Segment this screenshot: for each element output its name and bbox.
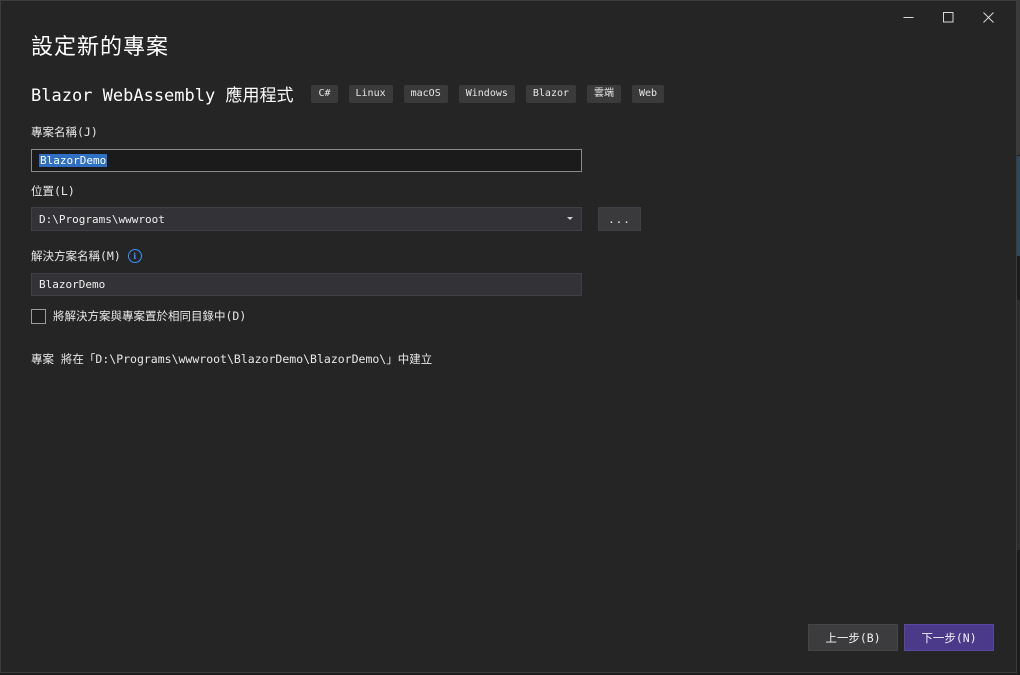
tag-windows: Windows bbox=[458, 84, 515, 103]
minimize-button[interactable] bbox=[888, 7, 928, 27]
template-header: Blazor WebAssembly 應用程式 C# Linux macOS W… bbox=[31, 81, 675, 106]
location-combobox[interactable]: D:\Programs\wwwroot bbox=[31, 207, 582, 231]
solution-name-input[interactable]: BlazorDemo bbox=[31, 273, 582, 296]
project-path-note: 專案 將在「D:\Programs\wwwroot\BlazorDemo\Bla… bbox=[31, 352, 433, 366]
browse-button[interactable]: ... bbox=[598, 207, 641, 231]
same-directory-option[interactable]: 將解決方案與專案置於相同目錄中(D) bbox=[31, 308, 246, 324]
maximize-button[interactable] bbox=[928, 7, 968, 27]
project-name-value: BlazorDemo bbox=[39, 154, 108, 167]
minimize-icon bbox=[903, 16, 913, 18]
template-name: Blazor WebAssembly 應用程式 bbox=[31, 86, 294, 106]
tag-blazor: Blazor bbox=[525, 84, 577, 103]
solution-name-value: BlazorDemo bbox=[39, 278, 106, 291]
next-button[interactable]: 下一步(N) bbox=[904, 624, 994, 651]
solution-name-label: 解決方案名稱(M) bbox=[31, 249, 121, 263]
close-button[interactable] bbox=[968, 7, 1008, 27]
close-icon bbox=[982, 11, 994, 23]
info-icon[interactable]: i bbox=[127, 249, 142, 263]
tag-macos: macOS bbox=[403, 84, 448, 103]
back-button[interactable]: 上一步(B) bbox=[808, 624, 898, 651]
location-value: D:\Programs\wwwroot bbox=[39, 213, 165, 226]
tag-cloud: 雲端 bbox=[587, 84, 622, 103]
tag-linux: Linux bbox=[348, 84, 393, 103]
maximize-icon bbox=[942, 11, 953, 22]
same-directory-label[interactable]: 將解決方案與專案置於相同目錄中(D) bbox=[53, 308, 246, 324]
dialog-title: 設定新的專案 bbox=[31, 35, 170, 60]
project-name-label: 專案名稱(J) bbox=[31, 125, 98, 139]
tag-csharp: C# bbox=[311, 84, 338, 103]
chevron-down-icon[interactable] bbox=[567, 217, 573, 220]
tag-web: Web bbox=[632, 84, 665, 103]
new-project-dialog: 設定新的專案 Blazor WebAssembly 應用程式 C# Linux … bbox=[0, 0, 1017, 673]
project-name-input[interactable]: BlazorDemo bbox=[31, 149, 582, 172]
solution-name-label-row: 解決方案名稱(M) i bbox=[31, 248, 142, 264]
location-label: 位置(L) bbox=[31, 184, 75, 198]
same-directory-checkbox[interactable] bbox=[31, 308, 46, 324]
window-controls bbox=[888, 7, 1008, 27]
